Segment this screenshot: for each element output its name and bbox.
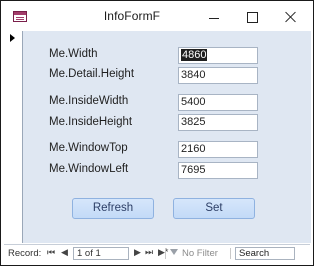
set-button[interactable]: Set bbox=[173, 198, 255, 219]
form-detail: Me.Width 4860 Me.Detail.Height 3840 Me.I… bbox=[23, 31, 311, 243]
first-record-icon[interactable]: ⏮ bbox=[47, 247, 55, 258]
minimize-icon bbox=[209, 17, 219, 19]
current-record-input[interactable]: 1 of 1 bbox=[73, 247, 129, 260]
refresh-button[interactable]: Refresh bbox=[72, 198, 154, 219]
inside-height-field[interactable]: 3825 bbox=[178, 114, 258, 131]
maximize-icon bbox=[246, 11, 258, 23]
maximize-button[interactable] bbox=[232, 4, 272, 30]
detail-height-label: Me.Detail.Height bbox=[49, 68, 135, 80]
inside-width-field[interactable]: 5400 bbox=[178, 94, 258, 111]
new-record-icon[interactable]: ▶* bbox=[158, 247, 168, 258]
close-button[interactable] bbox=[271, 4, 311, 30]
window-left-field[interactable]: 7695 bbox=[178, 162, 258, 179]
width-label: Me.Width bbox=[49, 48, 98, 60]
filter-icon bbox=[170, 249, 178, 255]
current-record-arrow-icon bbox=[10, 34, 15, 42]
window-top-field[interactable]: 2160 bbox=[178, 141, 258, 158]
record-selector[interactable] bbox=[4, 31, 23, 243]
form-window: InfoFormF Me.Width 4860 Me.Detail.Height… bbox=[0, 0, 314, 266]
no-filter-button[interactable]: No Filter bbox=[182, 248, 218, 259]
search-input[interactable]: Search bbox=[235, 247, 295, 260]
previous-record-icon[interactable]: ◀ bbox=[61, 247, 68, 258]
inside-width-label: Me.InsideWidth bbox=[49, 95, 129, 107]
width-value: 4860 bbox=[181, 49, 208, 61]
width-field[interactable]: 4860 bbox=[178, 47, 258, 64]
inside-height-label: Me.InsideHeight bbox=[49, 116, 133, 128]
minimize-button[interactable] bbox=[194, 4, 234, 30]
next-record-icon[interactable]: ▶ bbox=[134, 247, 141, 258]
record-label: Record: bbox=[8, 248, 42, 259]
title-bar[interactable]: InfoFormF bbox=[2, 2, 312, 31]
window-left-label: Me.WindowLeft bbox=[49, 163, 129, 175]
last-record-icon[interactable]: ⏭ bbox=[145, 247, 153, 258]
window-top-label: Me.WindowTop bbox=[49, 142, 128, 154]
nav-divider bbox=[165, 248, 166, 259]
nav-divider bbox=[230, 248, 231, 259]
close-icon bbox=[285, 11, 297, 23]
record-navigation-bar: Record: ⏮ ◀ 1 of 1 ▶ ⏭ ▶* No Filter Sear… bbox=[4, 244, 310, 263]
detail-height-field[interactable]: 3840 bbox=[178, 67, 258, 84]
